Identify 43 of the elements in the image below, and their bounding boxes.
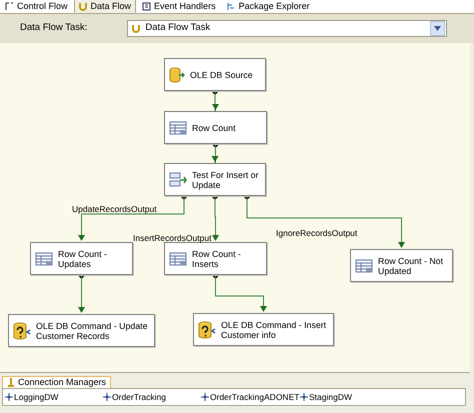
table-icon — [169, 252, 187, 266]
table-icon — [35, 252, 53, 266]
connection-icon — [5, 393, 13, 401]
task-dropdown[interactable]: Data Flow Task — [127, 20, 448, 37]
database-query-icon — [13, 322, 31, 340]
connection-item[interactable]: OrderTracking — [103, 390, 166, 404]
table-icon — [169, 120, 187, 134]
flow-icon — [5, 2, 14, 10]
connection-item[interactable]: StagingDW — [300, 390, 352, 404]
connector-arrow[interactable] — [212, 196, 219, 241]
database-icon — [169, 66, 185, 82]
task-node[interactable]: Row Count - Inserts — [164, 242, 267, 275]
tab[interactable]: Control Flow — [0, 0, 73, 13]
database-query-icon — [198, 320, 216, 338]
task-node[interactable]: Row Count - Not Updated — [350, 249, 453, 282]
connector-label: InsertRecordsOutput — [133, 232, 212, 245]
connection-item[interactable]: LoggingDW — [5, 390, 58, 404]
connection-icon — [300, 393, 308, 401]
field-label: Data Flow Task: — [20, 21, 88, 36]
split-icon — [169, 172, 187, 188]
connection-item[interactable]: OrderTrackingADONET — [201, 390, 300, 404]
task-node[interactable]: Test For Insert or Update — [164, 163, 266, 196]
connector-label: UpdateRecordsOutput — [72, 203, 157, 216]
connection-icon — [103, 393, 111, 401]
tab[interactable]: Package Explorer — [222, 0, 315, 13]
dataflow-icon — [78, 2, 88, 10]
connector-label: IgnoreRecordsOutput — [276, 227, 358, 240]
task-node[interactable]: OLE DB Command - Update Customer Records — [8, 314, 155, 347]
table-icon — [355, 258, 373, 272]
tab[interactable]: Connection Managers — [2, 376, 112, 388]
tree-icon — [226, 2, 236, 10]
connector-arrow[interactable] — [212, 144, 218, 166]
task-node[interactable]: Row Count — [164, 111, 267, 144]
key-icon — [7, 378, 15, 387]
tab[interactable]: Event Handlers — [137, 0, 221, 13]
tab[interactable]: Data Flow — [74, 0, 136, 13]
connection-icon — [201, 393, 209, 401]
connector-arrow[interactable] — [212, 92, 219, 112]
dataflow-icon — [132, 24, 142, 33]
connector-arrow[interactable] — [78, 276, 85, 313]
task-node[interactable]: OLE DB Source — [164, 58, 266, 91]
task-node[interactable]: OLE DB Command - Insert Customer info — [193, 313, 334, 346]
task-node[interactable]: Row Count - Updates — [30, 242, 133, 275]
